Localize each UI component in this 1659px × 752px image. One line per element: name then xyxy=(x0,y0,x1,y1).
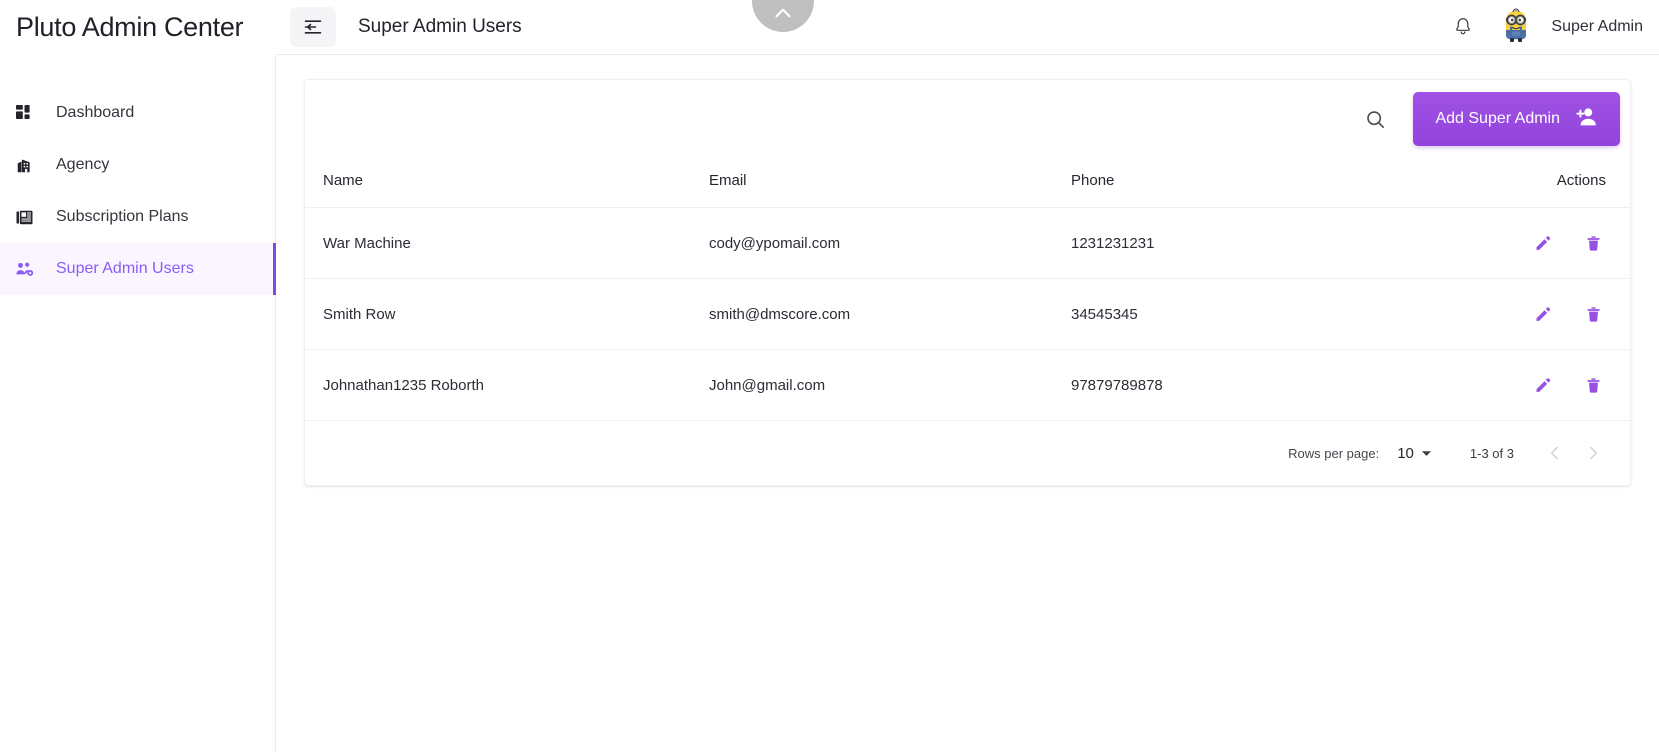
pagination-range-label: 1-3 of 3 xyxy=(1469,445,1514,461)
sidebar-item-agency[interactable]: Agency xyxy=(0,139,275,191)
bell-icon xyxy=(1456,18,1471,35)
column-header-name: Name xyxy=(305,158,709,208)
menu-collapse-icon xyxy=(304,20,322,34)
cell-email: John@gmail.com xyxy=(709,349,1071,421)
main-content: Add Super Admin Name Email Phone Actions… xyxy=(276,55,1659,752)
edit-row-button[interactable] xyxy=(1530,230,1556,256)
pencil-icon xyxy=(1536,378,1551,392)
dashboard-icon xyxy=(16,104,42,122)
top-bar: Pluto Admin Center Super Admin Users Sup… xyxy=(0,0,1659,55)
card-toolbar: Add Super Admin xyxy=(305,80,1630,158)
pencil-icon xyxy=(1536,307,1551,321)
cell-phone: 1231231231 xyxy=(1071,207,1443,279)
cell-name: Smith Row xyxy=(305,278,709,350)
notifications-button[interactable] xyxy=(1441,5,1485,49)
trash-icon xyxy=(1586,306,1600,322)
row-actions xyxy=(1443,230,1606,256)
users-group-icon xyxy=(16,260,42,278)
table-row: Johnathan1235 Roborth John@gmail.com 978… xyxy=(305,349,1630,421)
sidebar-item-subscription-plans[interactable]: Subscription Plans xyxy=(0,191,275,243)
delete-row-button[interactable] xyxy=(1580,301,1606,327)
delete-row-button[interactable] xyxy=(1580,230,1606,256)
sidebar-item-dashboard[interactable]: Dashboard xyxy=(0,87,275,139)
users-card: Add Super Admin Name Email Phone Actions… xyxy=(304,79,1631,486)
cell-actions xyxy=(1443,207,1630,279)
chevron-down-icon xyxy=(1421,450,1431,456)
sidebar-item-label: Dashboard xyxy=(56,104,135,121)
column-header-email: Email xyxy=(709,158,1071,208)
sidebar-item-label: Agency xyxy=(56,156,110,173)
row-actions xyxy=(1443,372,1606,398)
table-body: War Machine cody@ypomail.com 1231231231 xyxy=(305,207,1630,421)
row-actions xyxy=(1443,301,1606,327)
sidebar-item-super-admin-users[interactable]: Super Admin Users xyxy=(0,243,276,295)
chevron-right-icon xyxy=(1590,446,1598,460)
pencil-icon xyxy=(1536,236,1551,250)
page-title: Super Admin Users xyxy=(358,16,522,37)
sidebar-item-label: Subscription Plans xyxy=(56,208,189,225)
edit-row-button[interactable] xyxy=(1530,301,1556,327)
column-header-phone: Phone xyxy=(1071,158,1443,208)
next-page-button[interactable] xyxy=(1574,434,1612,472)
menu-toggle-button[interactable] xyxy=(290,7,336,47)
table-row: War Machine cody@ypomail.com 1231231231 xyxy=(305,207,1630,279)
column-header-actions: Actions xyxy=(1443,158,1630,208)
cell-actions xyxy=(1443,278,1630,350)
add-super-admin-label: Add Super Admin xyxy=(1435,110,1560,127)
rows-per-page-label: Rows per page: xyxy=(1288,445,1380,461)
rows-per-page-select[interactable]: 10 xyxy=(1397,445,1432,462)
table-pagination: Rows per page: 10 1-3 of 3 xyxy=(305,421,1630,485)
cell-email: smith@dmscore.com xyxy=(709,278,1071,350)
body-row: Dashboard Agency Subscription Plans Supe… xyxy=(0,55,1659,752)
newspaper-icon xyxy=(16,209,42,226)
chevron-up-icon xyxy=(775,8,791,18)
chevron-left-icon xyxy=(1550,446,1558,460)
cell-actions xyxy=(1443,349,1630,421)
sidebar: Dashboard Agency Subscription Plans Supe… xyxy=(0,55,276,752)
delete-row-button[interactable] xyxy=(1580,372,1606,398)
table-head: Name Email Phone Actions xyxy=(305,158,1630,208)
edit-row-button[interactable] xyxy=(1530,372,1556,398)
table-row: Smith Row smith@dmscore.com 34545345 xyxy=(305,278,1630,350)
add-super-admin-button[interactable]: Add Super Admin xyxy=(1413,92,1620,146)
trash-icon xyxy=(1586,235,1600,251)
super-admin-users-table: Name Email Phone Actions War Machine cod… xyxy=(305,158,1630,421)
top-bar-right: Super Admin Users Super Admin xyxy=(276,0,1659,55)
app-root: Pluto Admin Center Super Admin Users Sup… xyxy=(0,0,1659,752)
search-button[interactable] xyxy=(1353,97,1397,141)
rows-per-page-value: 10 xyxy=(1397,444,1414,462)
table-header-row: Name Email Phone Actions xyxy=(305,158,1630,208)
cell-name: Johnathan1235 Roborth xyxy=(305,349,709,421)
cell-name: War Machine xyxy=(305,207,709,279)
cell-email: cody@ypomail.com xyxy=(709,207,1071,279)
search-icon xyxy=(1367,110,1384,128)
brand-title: Pluto Admin Center xyxy=(16,12,244,42)
building-icon xyxy=(16,157,42,174)
previous-page-button[interactable] xyxy=(1536,434,1574,472)
minion-avatar-icon xyxy=(1497,8,1536,46)
user-name-label: Super Admin xyxy=(1551,18,1643,35)
cell-phone: 97879789878 xyxy=(1071,349,1443,421)
avatar[interactable] xyxy=(1497,8,1536,46)
person-add-icon xyxy=(1574,105,1598,134)
cell-phone: 34545345 xyxy=(1071,278,1443,350)
sidebar-item-label: Super Admin Users xyxy=(56,260,194,277)
trash-icon xyxy=(1586,377,1600,393)
